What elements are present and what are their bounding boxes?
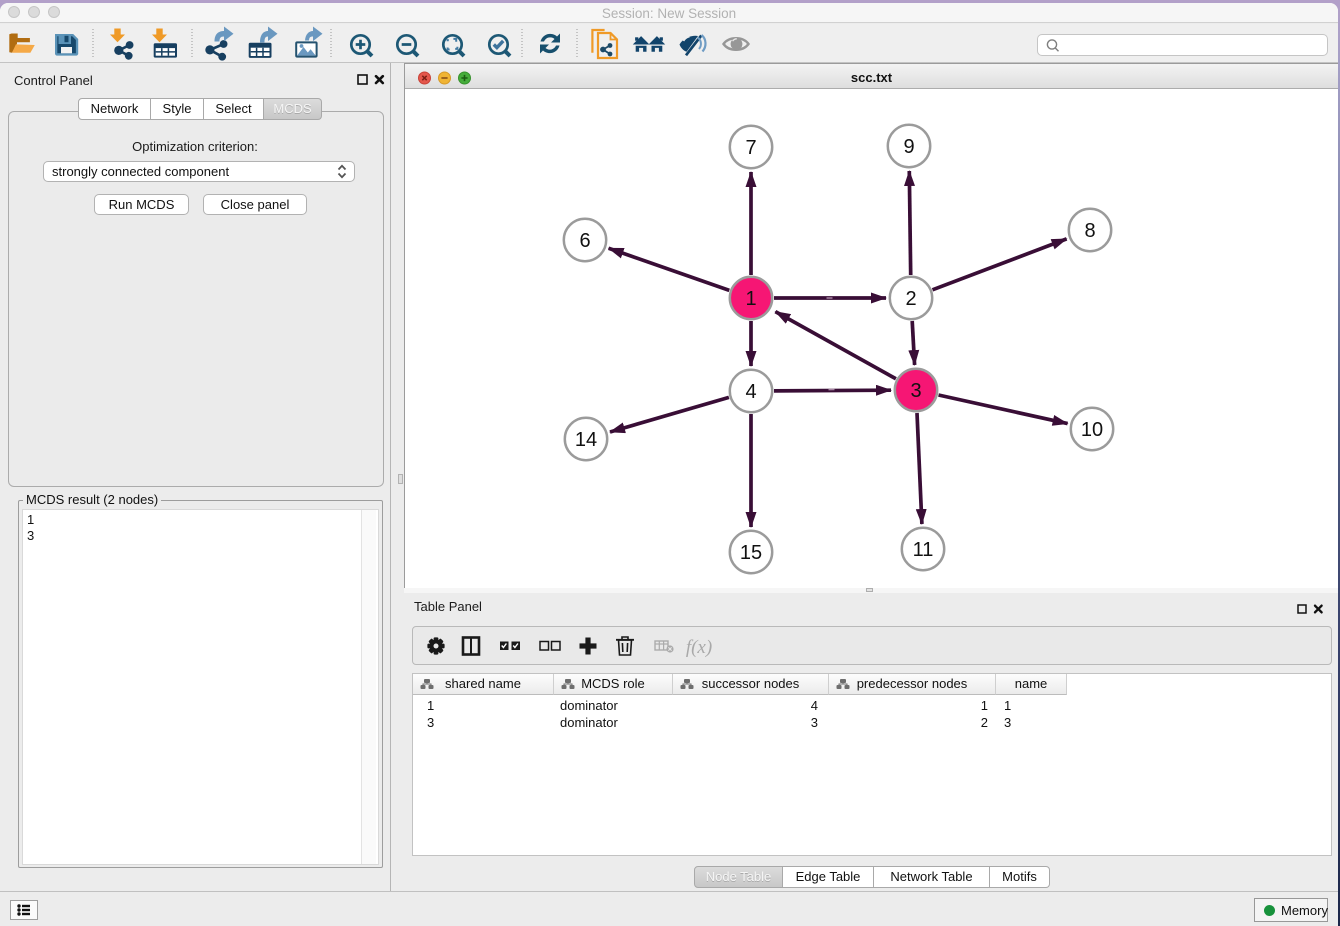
svg-text:15: 15 bbox=[740, 542, 762, 564]
svg-text:7: 7 bbox=[745, 137, 756, 159]
svg-text:2: 2 bbox=[905, 288, 916, 310]
svg-text:3: 3 bbox=[910, 380, 921, 402]
svg-text:6: 6 bbox=[579, 230, 590, 252]
svg-text:8: 8 bbox=[1084, 220, 1095, 242]
svg-text:11: 11 bbox=[913, 539, 934, 561]
svg-text:4: 4 bbox=[745, 381, 756, 403]
svg-text:1: 1 bbox=[745, 288, 756, 310]
svg-text:f(x): f(x) bbox=[686, 637, 712, 658]
svg-text:14: 14 bbox=[575, 429, 597, 451]
svg-text:10: 10 bbox=[1081, 419, 1103, 441]
svg-text:9: 9 bbox=[903, 136, 914, 158]
